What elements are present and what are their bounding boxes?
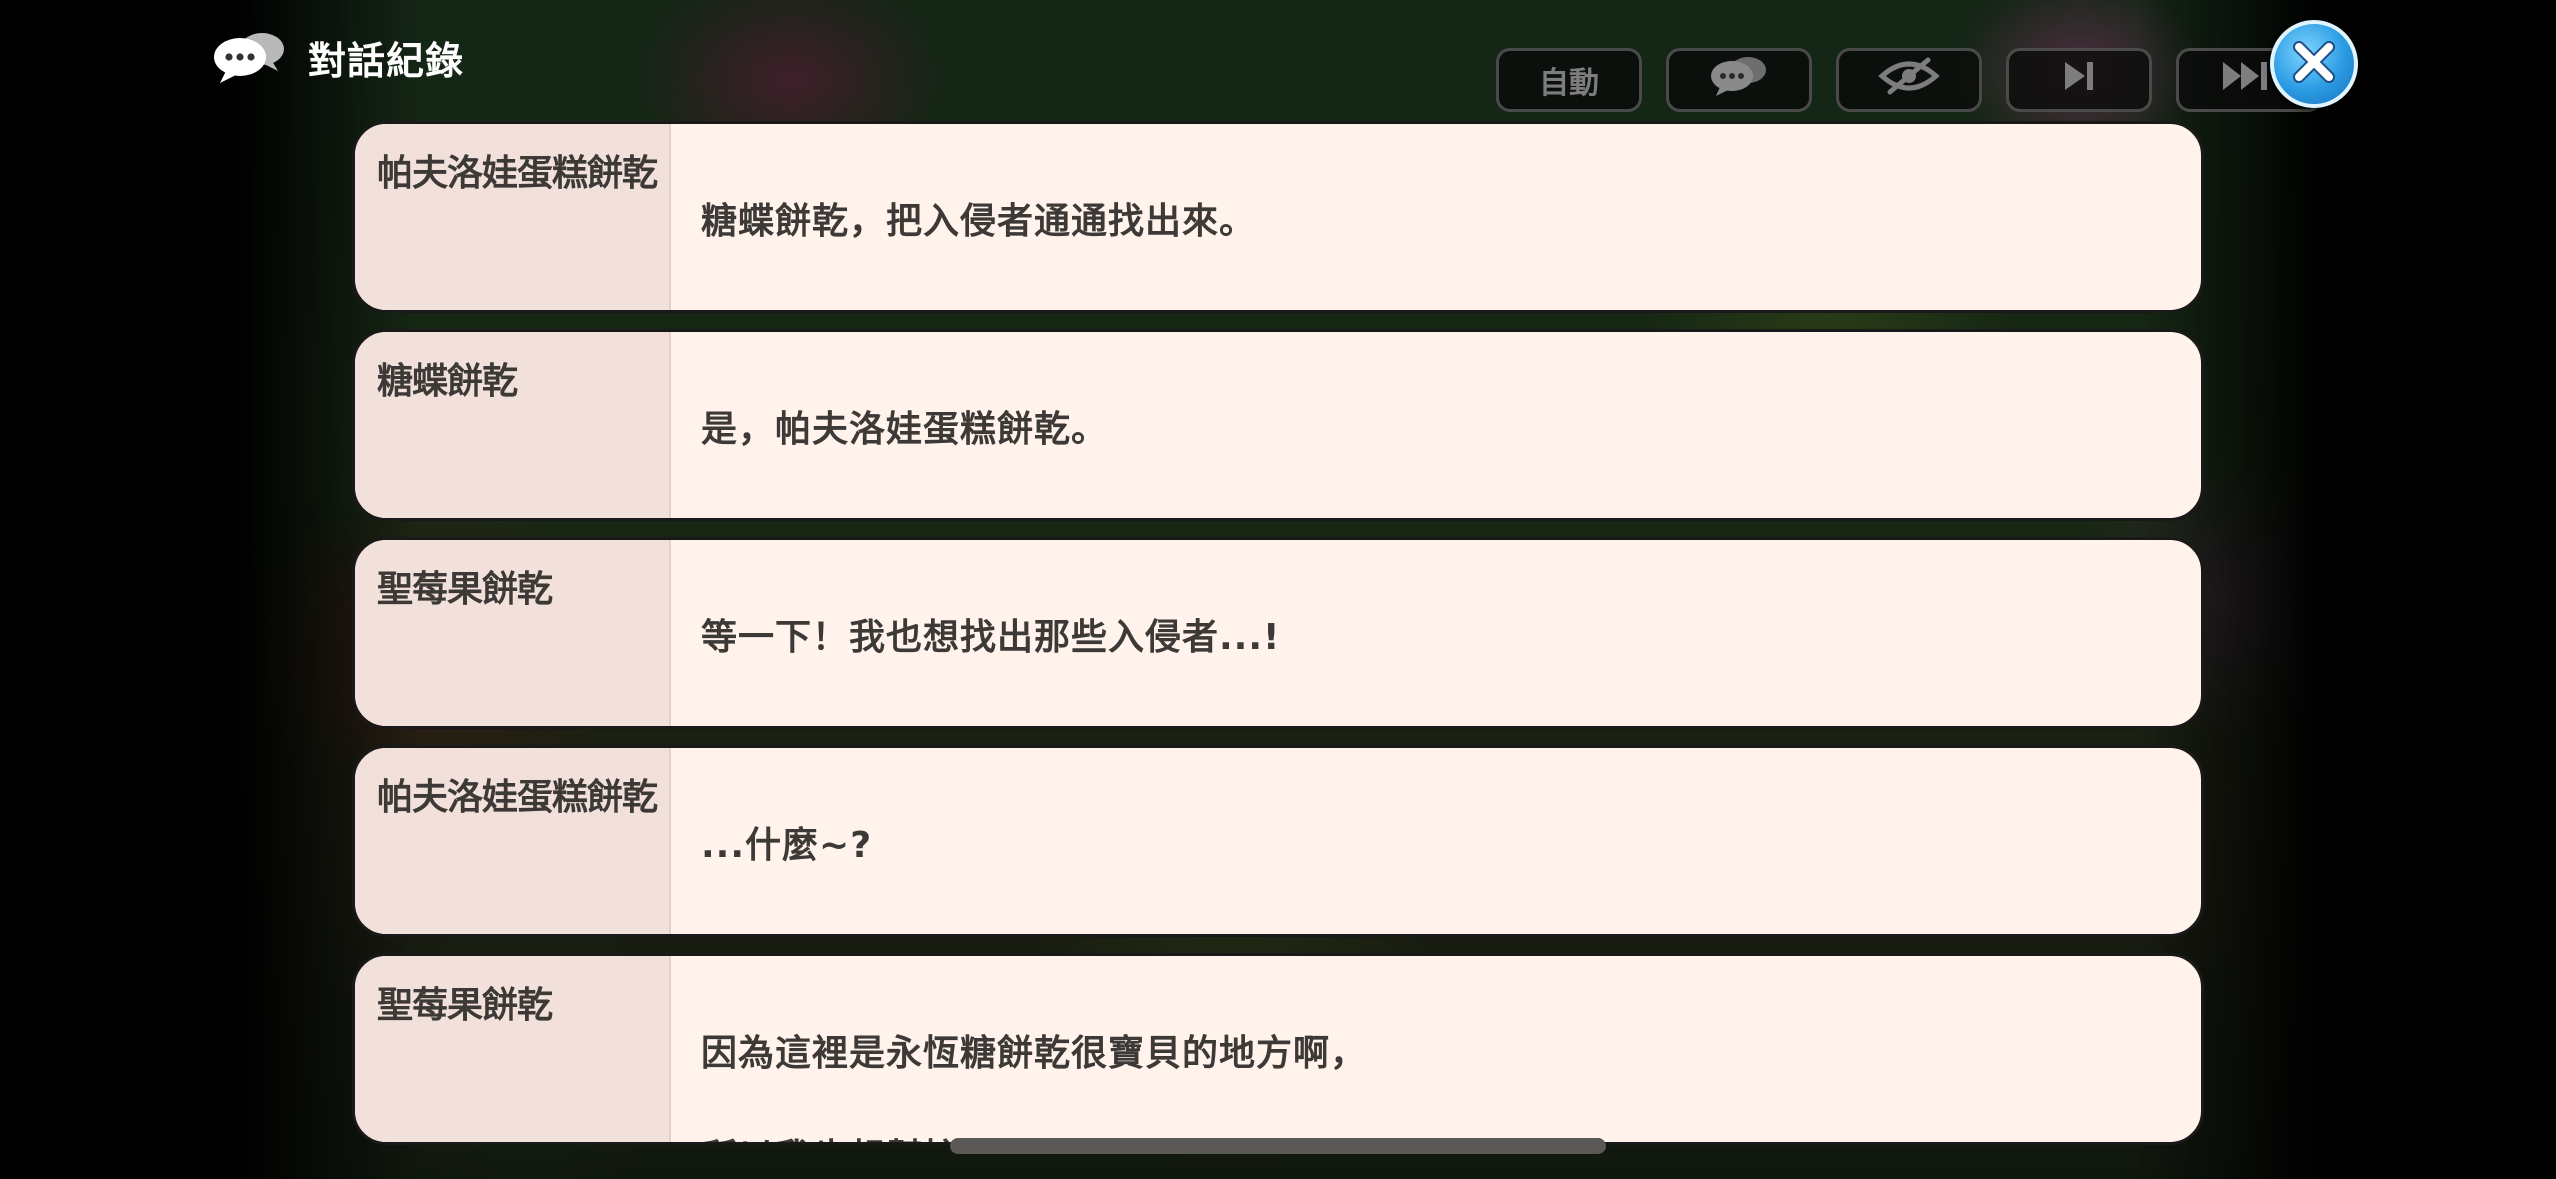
dialogue-text: 糖蝶餅乾，把入侵者通通找出來。 — [671, 124, 2201, 310]
dialogue-text: ...什麼~? — [671, 748, 2201, 934]
speaker-name: 聖莓果餅乾 — [355, 956, 671, 1142]
speaker-name: 糖蝶餅乾 — [355, 332, 671, 518]
dialogue-text: 因為這裡是永恆糖餅乾很寶貝的地方啊， 所以我也想幫忙。 — [671, 956, 2201, 1142]
log-entry: 聖莓果餅乾 因為這裡是永恆糖餅乾很寶貝的地方啊， 所以我也想幫忙。 — [352, 953, 2204, 1145]
chat-bubbles-icon — [212, 27, 288, 87]
skip-next-button[interactable] — [2006, 48, 2152, 112]
dialogue-text: 等一下！我也想找出那些入侵者...! — [671, 540, 2201, 726]
page-title: 對話紀錄 — [308, 38, 465, 83]
dialogue-line: ...什麼~? — [701, 825, 873, 866]
story-toolbar: 自動 — [1496, 48, 2322, 112]
dialogue-line: 糖蝶餅乾，把入侵者通通找出來。 — [701, 201, 1257, 242]
eye-slash-icon — [1878, 56, 1940, 104]
dialogue-line: 是，帕夫洛娃蛋糕餅乾。 — [701, 409, 1109, 450]
hide-ui-button[interactable] — [1836, 48, 1982, 112]
scrollbar[interactable] — [950, 1138, 1606, 1154]
speaker-name: 帕夫洛娃蛋糕餅乾 — [355, 124, 671, 310]
dialogue-line: 因為這裡是永恆糖餅乾很寶貝的地方啊， — [701, 1033, 1368, 1074]
dialogue-log-button[interactable] — [1666, 48, 1812, 112]
close-icon — [2289, 37, 2339, 91]
log-entry: 帕夫洛娃蛋糕餅乾 ...什麼~? — [352, 745, 2204, 937]
auto-button-label: 自動 — [1539, 66, 1599, 101]
log-entry: 帕夫洛娃蛋糕餅乾 糖蝶餅乾，把入侵者通通找出來。 — [352, 121, 2204, 313]
log-entry: 糖蝶餅乾 是，帕夫洛娃蛋糕餅乾。 — [352, 329, 2204, 521]
dialogue-log-screen: 對話紀錄 自動 帕夫洛娃蛋糕餅乾 糖蝶餅乾，把入侵者通通找出來。 糖蝶餅乾 是，… — [0, 0, 2556, 1179]
dialogue-line: 等一下！我也想找出那些入侵者...! — [701, 617, 1281, 658]
speaker-name: 帕夫洛娃蛋糕餅乾 — [355, 748, 671, 934]
auto-button[interactable]: 自動 — [1496, 48, 1642, 112]
chat-bubbles-icon — [1708, 54, 1770, 106]
dialogue-text: 是，帕夫洛娃蛋糕餅乾。 — [671, 332, 2201, 518]
speaker-name: 聖莓果餅乾 — [355, 540, 671, 726]
close-button[interactable] — [2270, 20, 2358, 108]
log-entry: 聖莓果餅乾 等一下！我也想找出那些入侵者...! — [352, 537, 2204, 729]
dialogue-log-list[interactable]: 帕夫洛娃蛋糕餅乾 糖蝶餅乾，把入侵者通通找出來。 糖蝶餅乾 是，帕夫洛娃蛋糕餅乾… — [352, 121, 2204, 1161]
skip-next-icon — [2059, 58, 2099, 102]
dialogue-log-header: 對話紀錄 — [212, 24, 464, 90]
